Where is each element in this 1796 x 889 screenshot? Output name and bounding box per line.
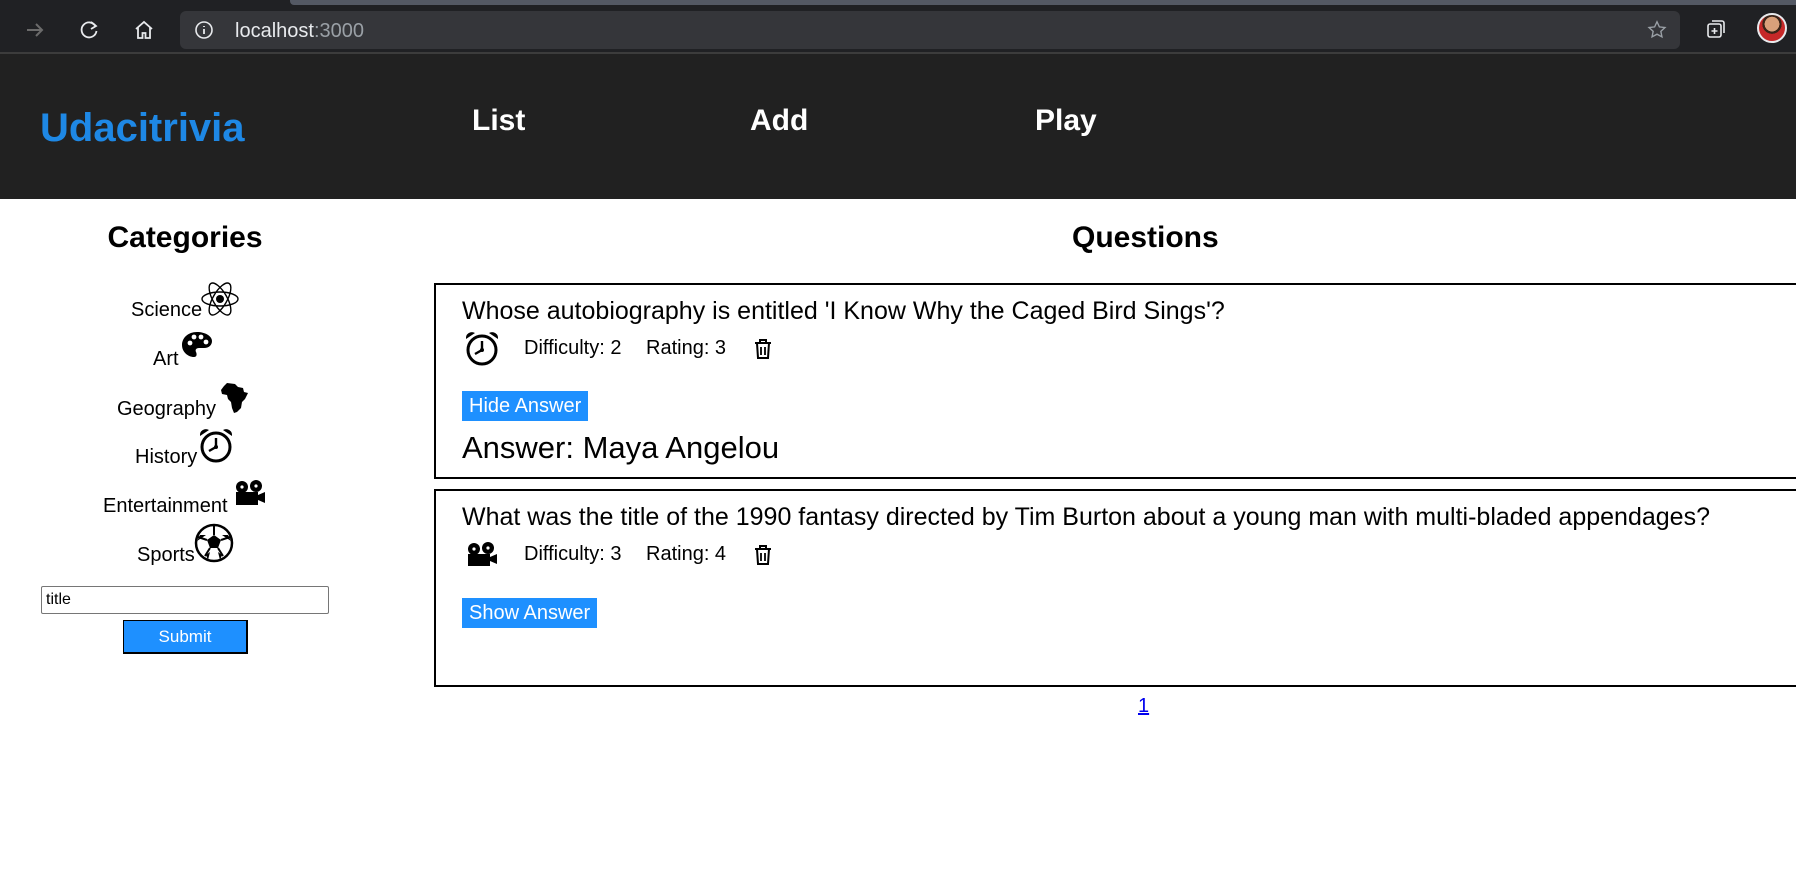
url-text[interactable]: localhost:3000: [235, 20, 364, 43]
address-bar[interactable]: localhost:3000: [180, 11, 1680, 49]
brand-logo[interactable]: Udacitrivia: [40, 106, 245, 151]
search-input[interactable]: [41, 586, 329, 614]
category-geography[interactable]: Geography: [117, 398, 216, 421]
answer-text: Answer: Maya Angelou: [462, 430, 780, 465]
category-sports[interactable]: Sports: [137, 544, 195, 567]
film-projector-icon: [468, 542, 497, 566]
nav-play[interactable]: Play: [1035, 104, 1097, 138]
atom-icon[interactable]: [200, 279, 240, 319]
question-card: Whose autobiography is entitled 'I Know …: [434, 283, 1796, 479]
info-icon[interactable]: [194, 20, 214, 40]
nav-list[interactable]: List: [472, 104, 525, 138]
rating-label: Rating: 3: [646, 337, 727, 359]
category-science[interactable]: Science: [131, 299, 202, 322]
difficulty-label: Difficulty: 2: [524, 337, 622, 359]
submit-button[interactable]: Submit: [123, 620, 248, 654]
trash-icon[interactable]: [752, 338, 774, 360]
hide-answer-button[interactable]: Hide Answer: [462, 391, 589, 421]
nav-add[interactable]: Add: [750, 104, 808, 138]
app-header: Udacitrivia List Add Play: [0, 54, 1796, 199]
category-entertainment[interactable]: Entertainment: [103, 495, 228, 518]
film-projector-icon[interactable]: [232, 479, 266, 507]
alarm-clock-icon[interactable]: [197, 426, 235, 464]
url-host: localhost: [235, 20, 314, 42]
trash-icon[interactable]: [752, 544, 774, 566]
collections-icon[interactable]: [1704, 17, 1728, 41]
reload-icon[interactable]: [74, 15, 104, 45]
africa-icon[interactable]: [221, 382, 249, 414]
pagination-page-1[interactable]: 1: [1138, 695, 1149, 718]
home-icon[interactable]: [129, 15, 159, 45]
question-text: What was the title of the 1990 fantasy d…: [462, 503, 1710, 531]
categories-title: Categories: [107, 221, 263, 254]
browser-toolbar: localhost:3000: [0, 0, 1796, 54]
palette-icon[interactable]: [181, 331, 213, 361]
difficulty-label: Difficulty: 3: [524, 543, 622, 565]
tab-strip: [290, 0, 1796, 5]
category-art[interactable]: Art: [153, 348, 179, 371]
category-history[interactable]: History: [135, 446, 197, 469]
favorite-star-icon[interactable]: [1646, 19, 1668, 41]
profile-avatar[interactable]: [1757, 13, 1787, 43]
show-answer-button[interactable]: Show Answer: [462, 598, 598, 628]
rating-label: Rating: 4: [646, 543, 727, 565]
url-port: :3000: [313, 20, 364, 42]
question-card: What was the title of the 1990 fantasy d…: [434, 489, 1796, 687]
alarm-clock-icon: [465, 332, 499, 366]
question-text: Whose autobiography is entitled 'I Know …: [462, 297, 1225, 325]
soccer-ball-icon[interactable]: [194, 523, 234, 563]
questions-title: Questions: [1072, 221, 1219, 254]
forward-icon[interactable]: [20, 15, 50, 45]
